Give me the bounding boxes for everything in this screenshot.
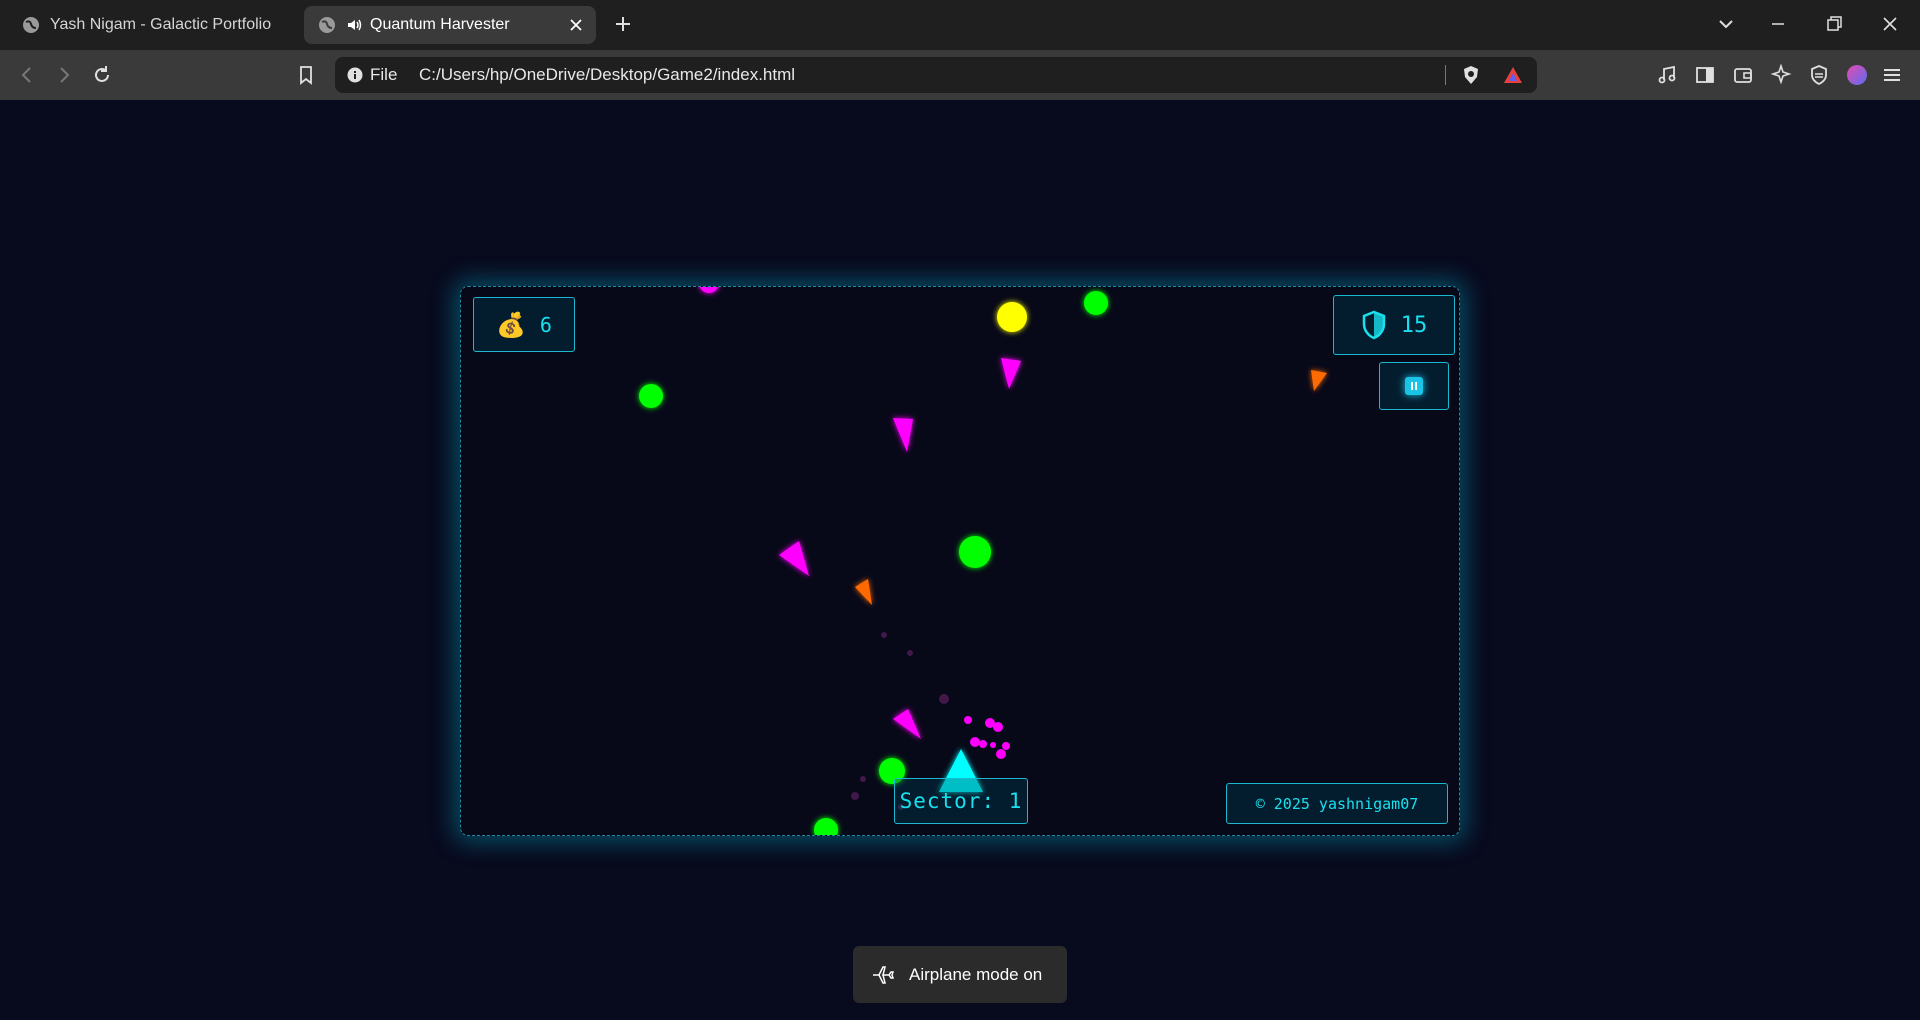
vpn-icon[interactable]: [1807, 63, 1831, 87]
tab-title: Yash Nigam - Galactic Portfolio: [50, 16, 272, 33]
divider: [1445, 65, 1446, 85]
money-bag-icon: 💰: [496, 310, 526, 339]
particle-trail: [964, 716, 1010, 759]
music-icon[interactable]: [1655, 63, 1679, 87]
globe-icon: [319, 17, 335, 33]
tab-strip: Yash Nigam - Galactic Portfolio Quantum …: [0, 0, 1920, 50]
enemy-ship: [1001, 358, 1021, 389]
forward-icon[interactable]: [52, 63, 76, 87]
pause-icon: [1405, 377, 1423, 395]
energy-orb: [639, 384, 663, 408]
new-tab-icon[interactable]: [611, 12, 635, 36]
tab-title: Quantum Harvester: [370, 16, 510, 33]
reload-icon[interactable]: [90, 63, 114, 87]
sector-indicator: Sector: 1: [894, 778, 1028, 824]
close-window-icon[interactable]: [1878, 12, 1902, 36]
back-icon[interactable]: [15, 63, 39, 87]
profile-icon[interactable]: [1845, 63, 1869, 87]
sidebar-icon[interactable]: [1693, 63, 1717, 87]
energy-orb: [959, 536, 991, 568]
brave-rewards-icon[interactable]: [1503, 65, 1523, 85]
shield-value: 15: [1400, 312, 1428, 338]
info-icon[interactable]: [347, 67, 363, 83]
toolbar: File C:/Users/hp/OneDrive/Desktop/Game2/…: [0, 50, 1920, 100]
toast-text: Airplane mode on: [909, 964, 1043, 984]
address-bar[interactable]: File C:/Users/hp/OneDrive/Desktop/Game2/…: [335, 57, 1537, 93]
energy-orb: [1084, 291, 1108, 315]
shield-counter: 15: [1333, 295, 1455, 355]
game-field: [639, 287, 1327, 835]
gold-orb: [997, 302, 1027, 332]
bookmark-icon[interactable]: [294, 63, 318, 87]
hazard-shard: [1311, 370, 1327, 391]
coin-value: 6: [539, 312, 552, 337]
energy-orb: [814, 818, 838, 835]
close-tab-icon[interactable]: [566, 15, 586, 35]
url-text[interactable]: C:/Users/hp/OneDrive/Desktop/Game2/index…: [419, 65, 795, 85]
pause-button[interactable]: [1379, 362, 1449, 410]
leo-ai-icon[interactable]: [1769, 63, 1793, 87]
restore-icon[interactable]: [1822, 12, 1846, 36]
shield-icon: [1362, 310, 1385, 340]
tab-search-chevron-icon[interactable]: [1714, 12, 1738, 36]
menu-icon[interactable]: [1880, 63, 1904, 87]
airplane-icon: [873, 965, 895, 984]
enemy-ship: [893, 418, 913, 452]
wallet-icon[interactable]: [1731, 63, 1755, 87]
minimize-icon[interactable]: [1766, 12, 1790, 36]
airplane-mode-toast: Airplane mode on: [853, 946, 1067, 1003]
tab-portfolio[interactable]: Yash Nigam - Galactic Portfolio: [8, 6, 298, 44]
speaker-icon[interactable]: [346, 17, 362, 33]
brave-shields-icon[interactable]: [1461, 65, 1481, 85]
enemy-ship: [779, 541, 809, 576]
copyright-label: © 2025 yashnigam07: [1226, 783, 1448, 824]
tab-quantum-harvester[interactable]: Quantum Harvester: [304, 6, 596, 44]
game-canvas[interactable]: 💰 6 15 Sector: 1 © 2025 yashnigam07: [460, 286, 1460, 836]
enemy-fragment: [699, 287, 719, 293]
coin-counter: 💰 6: [473, 297, 575, 352]
globe-icon: [23, 17, 39, 33]
hazard-shard: [855, 579, 872, 605]
enemy-ship: [893, 709, 921, 739]
scheme-label: File: [370, 65, 398, 84]
